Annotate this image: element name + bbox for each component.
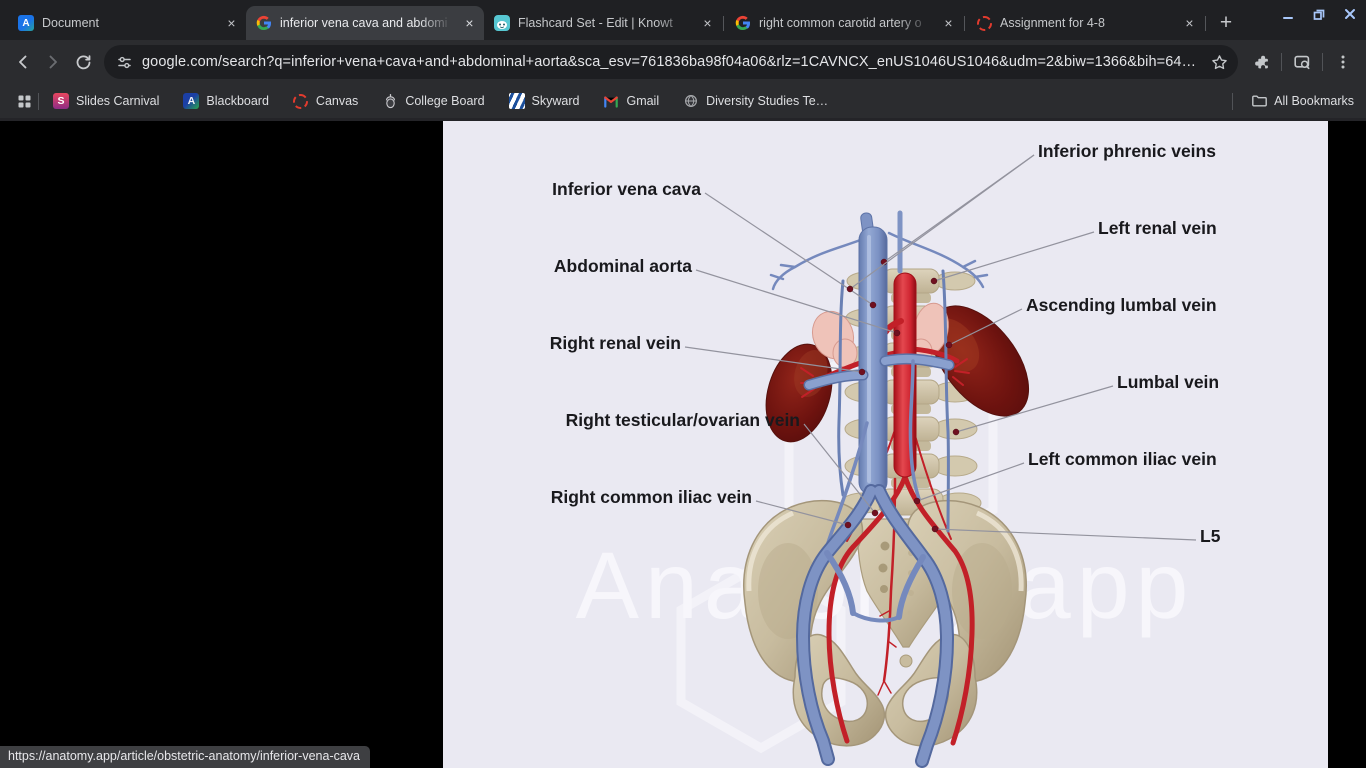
tab-title: inferior vena cava and abdomi	[280, 16, 448, 30]
figure-label: Right common iliac vein	[550, 487, 752, 507]
figure-label: Inferior vena cava	[552, 179, 701, 199]
tab-title: Assignment for 4-8	[1000, 16, 1105, 30]
tab-close-icon[interactable]: ×	[1181, 15, 1198, 32]
bookmark-label: Gmail	[626, 94, 660, 108]
folder-icon	[1252, 95, 1268, 107]
skyward-favicon-icon	[508, 93, 525, 109]
tab-separator	[723, 16, 724, 31]
toolbar-divider	[1322, 53, 1323, 71]
navigation-toolbar: google.com/search?q=inferior+vena+cava+a…	[0, 40, 1366, 84]
tab-strip: A Document × inferior vena cava and abdomi ×…	[0, 0, 1366, 40]
apps-grid-icon[interactable]	[12, 89, 36, 113]
google-favicon-icon	[256, 15, 272, 31]
google-favicon-icon	[735, 15, 751, 31]
globe-favicon-icon	[683, 93, 699, 109]
tab-separator	[964, 16, 965, 31]
figure-label: L5	[1200, 526, 1221, 546]
canvas-favicon-icon	[293, 93, 309, 109]
bookmark-blackboard[interactable]: A Blackboard	[183, 93, 269, 109]
blackboard-favicon-icon: A	[183, 93, 200, 109]
tab-active[interactable]: inferior vena cava and abdomi ×	[246, 6, 484, 40]
reload-icon[interactable]	[68, 47, 98, 77]
tab-separator	[1205, 16, 1206, 31]
gmail-favicon-icon	[603, 93, 619, 109]
restore-icon[interactable]	[1312, 7, 1326, 21]
figure-label: Right testicular/ovarian vein	[565, 410, 800, 430]
forward-icon[interactable]	[38, 47, 68, 77]
bookmark-label: Skyward	[531, 94, 580, 108]
all-bookmarks-button[interactable]: All Bookmarks	[1251, 93, 1354, 109]
slides-carnival-favicon-icon: S	[53, 93, 69, 109]
tab-close-icon[interactable]: ×	[223, 15, 240, 32]
bookmark-star-icon[interactable]	[1206, 49, 1232, 75]
figure-label: Right renal vein	[549, 333, 681, 353]
canvas-favicon-icon	[976, 15, 992, 31]
bookmark-acorn[interactable]: College Board	[382, 93, 485, 109]
bookmark-label: Blackboard	[206, 94, 269, 108]
tab-search-icon[interactable]	[1287, 47, 1317, 77]
new-tab-button[interactable]: +	[1211, 8, 1241, 38]
figure-label: Left common iliac vein	[1028, 449, 1217, 469]
knowt-favicon-icon	[494, 15, 510, 31]
tab-close-icon[interactable]: ×	[461, 15, 478, 32]
bookmark-label: Slides Carnival	[76, 94, 160, 108]
bookmark-skyward[interactable]: Skyward	[508, 93, 580, 109]
figure-label: Ascending lumbal vein	[1026, 295, 1217, 315]
tab-title: Flashcard Set - Edit | Knowt	[518, 16, 673, 30]
bookmark-label: College Board	[405, 94, 485, 108]
bookmark-label: Canvas	[315, 94, 359, 108]
status-bar-link: https://anatomy.app/article/obstetric-an…	[0, 746, 371, 768]
bookmark-canvas[interactable]: Canvas	[293, 93, 358, 109]
bookmark-label: Diversity Studies Te…	[706, 94, 829, 108]
figure-label: Lumbal vein	[1117, 372, 1220, 392]
college-board-acorn-icon	[382, 93, 398, 109]
tab-0[interactable]: A Document ×	[8, 6, 246, 40]
back-icon[interactable]	[8, 47, 38, 77]
url-omnibox[interactable]: google.com/search?q=inferior+vena+cava+a…	[104, 45, 1238, 79]
bookmark-gmail[interactable]: Gmail	[603, 93, 659, 109]
figure-label: Left renal vein	[1098, 218, 1217, 238]
figure-label: Inferior phrenic veins	[1038, 141, 1216, 161]
bookmarks-bar: S Slides Carnival A Blackboard Canvas College…	[0, 84, 1366, 118]
document-favicon-icon: A	[18, 15, 34, 31]
anatomy-image-panel[interactable]: Anatomy.app	[443, 121, 1328, 768]
status-url: https://anatomy.app/article/obstetric-an…	[8, 749, 361, 763]
tab-4[interactable]: Assignment for 4-8 ×	[966, 6, 1204, 40]
all-bookmarks-label: All Bookmarks	[1274, 94, 1354, 108]
tab-title: right common carotid artery o	[759, 16, 922, 30]
tab-3[interactable]: right common carotid artery o ×	[725, 6, 963, 40]
tab-title: Document	[42, 16, 99, 30]
extensions-puzzle-icon[interactable]	[1246, 47, 1276, 77]
window-controls	[1281, 7, 1357, 21]
tab-close-icon[interactable]: ×	[699, 15, 716, 32]
menu-three-dots-icon[interactable]	[1328, 47, 1358, 77]
close-window-icon[interactable]	[1343, 7, 1357, 21]
bookmark-slides[interactable]: S Slides Carnival	[53, 93, 159, 109]
site-info-icon[interactable]	[116, 54, 133, 71]
tab-close-icon[interactable]: ×	[940, 15, 957, 32]
url-text[interactable]: google.com/search?q=inferior+vena+cava+a…	[142, 54, 1206, 70]
tab-2[interactable]: Flashcard Set - Edit | Knowt ×	[484, 6, 722, 40]
bookmarks-divider	[1232, 92, 1234, 110]
page-content: Anatomy.app	[0, 118, 1366, 768]
figure-label: Abdominal aorta	[553, 256, 692, 276]
toolbar-divider	[1281, 53, 1282, 71]
minimize-icon[interactable]	[1281, 7, 1295, 21]
bookmarks-divider	[38, 92, 39, 110]
bookmark-globe[interactable]: Diversity Studies Te…	[683, 93, 828, 109]
